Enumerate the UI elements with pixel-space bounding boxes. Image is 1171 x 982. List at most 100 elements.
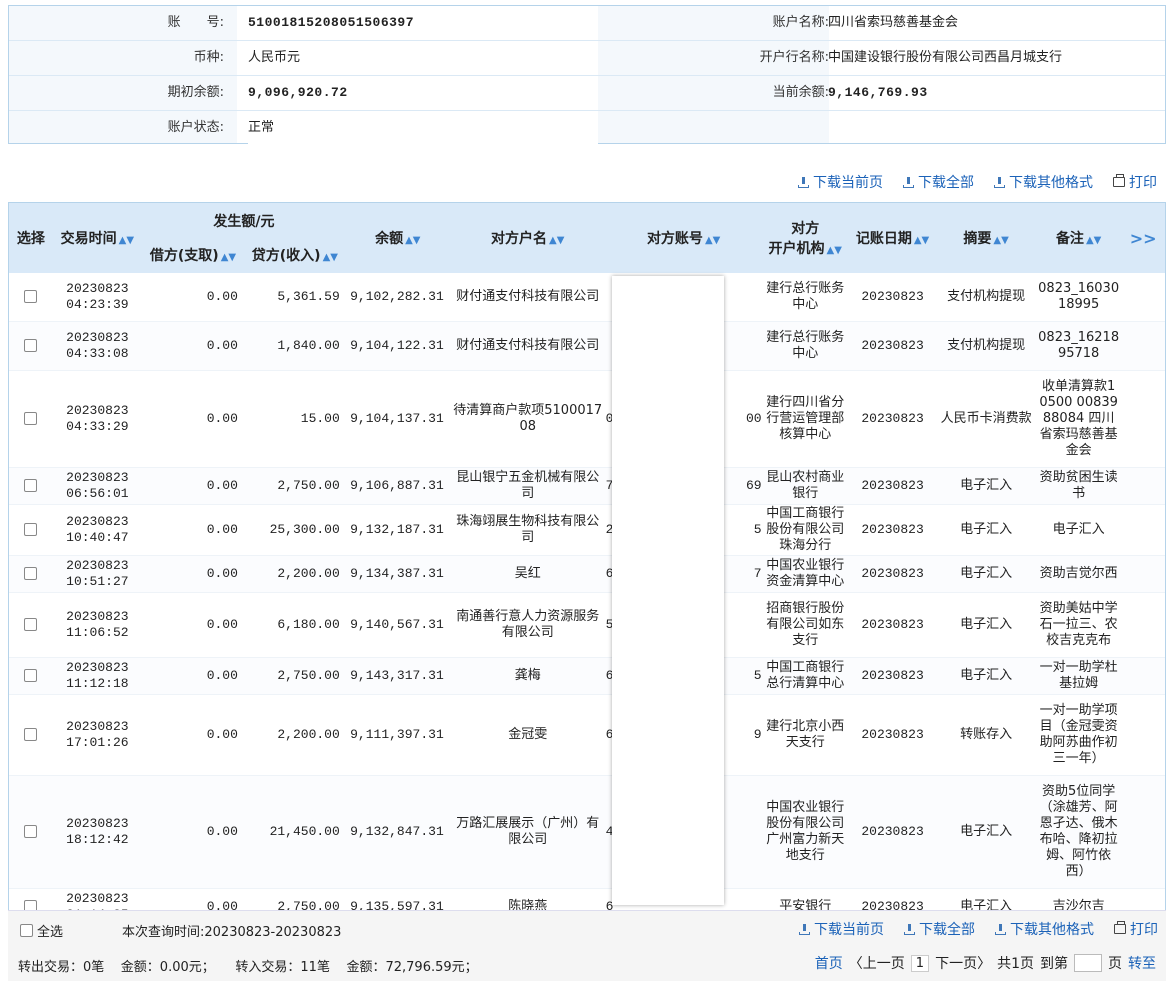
bottom-toolbar: 下载当前页 下载全部 下载其他格式 打印 (799, 919, 1158, 939)
cell-remark: 资助贫困生读书 (1036, 467, 1122, 505)
checkbox[interactable] (20, 924, 33, 937)
cell-debit: 0.00 (142, 504, 244, 556)
sort-icon[interactable]: ▲▼ (323, 252, 338, 263)
cell-debit: 0.00 (142, 273, 244, 322)
download-page-button[interactable]: 下载当前页 (798, 172, 883, 192)
sort-icon[interactable]: ▲▼ (221, 252, 236, 263)
more-columns-button[interactable]: >> (1121, 203, 1165, 273)
row-select[interactable] (9, 694, 53, 776)
cell-party-bank: 建行四川省分行营运管理部核算中心 (761, 370, 849, 468)
row-select[interactable] (9, 555, 53, 593)
account-status: 正常 (248, 111, 598, 145)
row-select[interactable] (9, 504, 53, 556)
row-select[interactable] (9, 370, 53, 468)
row-checkbox[interactable] (24, 479, 38, 492)
table-row: 20230823 04:23:39 0.00 5,361.59 9,102,282.31… (9, 273, 1165, 322)
col-party-account[interactable]: 对方账号 ▲▼ (605, 203, 762, 273)
sort-icon[interactable]: ▲▼ (549, 235, 564, 246)
cell-party-name: 南通善行意人力资源服务有限公司 (449, 592, 606, 658)
sort-icon[interactable]: ▲▼ (1086, 235, 1101, 246)
account-name-label: 账户名称: (772, 15, 829, 30)
cell-party-bank: 建行总行账务中心 (761, 273, 849, 322)
cell-time: 20230823 18:12:42 (52, 775, 143, 889)
account-row-1: 账 号: 51001815208051506397 账户名称: 四川省索玛慈善基… (9, 6, 1165, 41)
sort-icon[interactable]: ▲▼ (705, 235, 720, 246)
cell-debit: 0.00 (142, 370, 244, 468)
page-unit-label: 页 (1108, 956, 1122, 972)
sort-icon[interactable]: ▲▼ (119, 235, 134, 246)
col-party-name[interactable]: 对方户名 ▲▼ (449, 203, 606, 273)
row-checkbox[interactable] (24, 567, 38, 580)
cell-credit: 25,300.00 (243, 504, 346, 556)
cell-time: 20230823 17:01:26 (52, 694, 143, 776)
cell-party-bank: 招商银行股份有限公司如东支行 (761, 592, 849, 658)
row-select[interactable] (9, 273, 53, 322)
account-row-3: 期初余额: 9,096,920.72 当前余额: 9,146,769.93 (9, 76, 1165, 111)
row-select[interactable] (9, 467, 53, 505)
redaction-overlay (612, 276, 724, 905)
cell-debit: 0.00 (142, 775, 244, 889)
print-button[interactable]: 打印 (1114, 919, 1158, 939)
select-all-checkbox[interactable]: 全选 (20, 921, 63, 940)
next-page-link[interactable]: 下一页〉 (935, 953, 991, 973)
cell-time: 20230823 04:33:08 (52, 321, 143, 371)
cell-credit: 1,840.00 (243, 321, 346, 371)
sort-icon[interactable]: ▲▼ (405, 235, 420, 246)
first-page-link[interactable]: 首页 (815, 953, 843, 973)
print-label: 打印 (1129, 175, 1157, 191)
col-debit[interactable]: 借方(支取) ▲▼ (142, 245, 244, 265)
row-select[interactable] (9, 657, 53, 695)
col-remark[interactable]: 备注 ▲▼ (1036, 203, 1122, 273)
download-icon (994, 176, 1005, 188)
download-all-button[interactable]: 下载全部 (903, 172, 974, 192)
col-credit[interactable]: 贷方(收入) ▲▼ (244, 245, 346, 265)
col-party-bank[interactable]: 对方 开户机构 ▲▼ (761, 203, 849, 273)
cell-post-date: 20230823 (848, 657, 937, 695)
cell-remark: 收单清算款10500 00839 88084 四川省索玛慈善基金会 (1036, 370, 1122, 468)
row-checkbox[interactable] (24, 290, 38, 303)
cell-credit: 5,361.59 (243, 273, 346, 322)
download-page-label: 下载当前页 (814, 922, 884, 938)
row-select[interactable] (9, 321, 53, 371)
download-other-button[interactable]: 下载其他格式 (994, 172, 1093, 192)
col-time[interactable]: 交易时间 ▲▼ (52, 203, 143, 273)
download-all-button[interactable]: 下载全部 (904, 919, 975, 939)
cell-debit: 0.00 (142, 657, 244, 695)
print-button[interactable]: 打印 (1113, 172, 1157, 192)
cell-party-bank: 中国农业银行资金清算中心 (761, 555, 849, 593)
row-checkbox[interactable] (24, 618, 38, 631)
cell-time: 20230823 10:51:27 (52, 555, 143, 593)
sort-icon[interactable]: ▲▼ (993, 235, 1008, 246)
transaction-summary: 转出交易：0笔 金额：0.00元； 转入交易：11笔 金额：72,796.59元… (18, 960, 478, 975)
row-checkbox[interactable] (24, 669, 38, 682)
cell-empty (1121, 775, 1165, 889)
col-summary[interactable]: 摘要 ▲▼ (936, 203, 1037, 273)
row-select[interactable] (9, 592, 53, 658)
sort-icon[interactable]: ▲▼ (827, 245, 842, 256)
cell-summary: 人民币卡消费款 (936, 370, 1037, 468)
cell-balance: 9,102,282.31 (345, 273, 450, 322)
col-post-date[interactable]: 记账日期 ▲▼ (848, 203, 937, 273)
query-time: 本次查询时间:20230823-20230823 (122, 925, 342, 940)
goto-page-input[interactable] (1074, 954, 1102, 972)
download-page-button[interactable]: 下载当前页 (799, 919, 884, 939)
cell-credit: 2,750.00 (243, 467, 346, 505)
row-checkbox[interactable] (24, 523, 38, 536)
sort-icon[interactable]: ▲▼ (914, 235, 929, 246)
table-row: 20230823 17:01:26 0.00 2,200.00 9,111,397.31… (9, 694, 1165, 776)
cell-post-date: 20230823 (848, 467, 937, 505)
prev-page-link[interactable]: 〈上一页 (849, 953, 905, 973)
row-checkbox[interactable] (24, 728, 38, 741)
account-suffix: 9 (753, 727, 762, 742)
row-checkbox[interactable] (24, 339, 38, 352)
download-other-button[interactable]: 下载其他格式 (995, 919, 1094, 939)
row-checkbox[interactable] (24, 825, 38, 838)
cell-party-name: 财付通支付科技有限公司 (449, 321, 606, 371)
col-balance[interactable]: 余额 ▲▼ (345, 203, 450, 273)
download-all-label: 下载全部 (918, 175, 974, 191)
jump-button[interactable]: 转至 (1128, 953, 1156, 973)
download-icon (798, 176, 809, 188)
current-page[interactable]: 1 (910, 954, 930, 972)
row-select[interactable] (9, 775, 53, 889)
row-checkbox[interactable] (24, 412, 38, 425)
